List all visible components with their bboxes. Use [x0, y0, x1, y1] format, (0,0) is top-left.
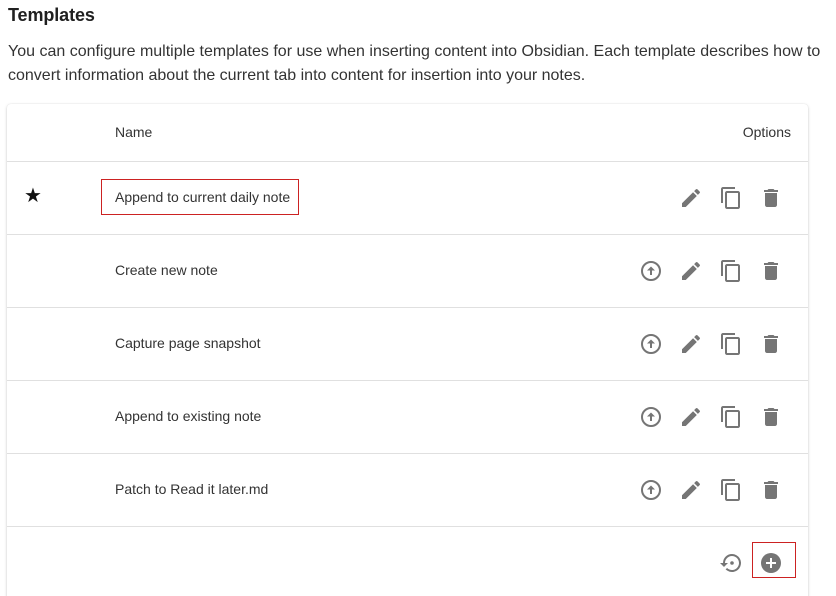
table-row: Capture page snapshot — [7, 308, 808, 381]
edit-icon[interactable] — [679, 405, 703, 429]
arrow-up-circle-icon[interactable] — [639, 259, 663, 283]
copy-icon[interactable] — [719, 332, 743, 356]
table-row: ★ Append to current daily note — [7, 162, 808, 235]
default-star-icon: ★ — [24, 185, 42, 207]
copy-icon[interactable] — [719, 259, 743, 283]
template-name[interactable]: Capture page snapshot — [101, 325, 270, 361]
template-name[interactable]: Append to current daily note — [101, 179, 300, 215]
table-footer — [7, 527, 808, 596]
column-header-options: Options — [742, 124, 791, 140]
template-name[interactable]: Patch to Read it later.md — [101, 471, 277, 507]
copy-icon[interactable] — [719, 186, 743, 210]
table-row: Append to existing note — [7, 381, 808, 454]
table-row: Create new note — [7, 235, 808, 308]
template-name[interactable]: Append to existing note — [101, 398, 270, 434]
trash-icon[interactable] — [759, 186, 783, 210]
templates-settings-page: Templates You can configure multiple tem… — [0, 0, 836, 596]
table-row: Patch to Read it later.md — [7, 454, 808, 527]
section-title: Templates — [8, 5, 95, 25]
arrow-up-circle-icon[interactable] — [639, 405, 663, 429]
edit-icon[interactable] — [679, 259, 703, 283]
add-circle-icon[interactable] — [759, 551, 783, 575]
column-header-name: Name — [115, 124, 153, 140]
edit-icon[interactable] — [679, 332, 703, 356]
trash-icon[interactable] — [759, 478, 783, 502]
templates-table: Name Options ★ Append to current daily n… — [7, 104, 808, 596]
table-header: Name Options — [7, 104, 808, 162]
copy-icon[interactable] — [719, 405, 743, 429]
restore-icon[interactable] — [719, 551, 743, 575]
section-description: You can configure multiple templates for… — [8, 43, 821, 84]
edit-icon[interactable] — [679, 478, 703, 502]
edit-icon[interactable] — [679, 186, 703, 210]
copy-icon[interactable] — [719, 478, 743, 502]
trash-icon[interactable] — [759, 332, 783, 356]
arrow-up-circle-icon[interactable] — [639, 332, 663, 356]
trash-icon[interactable] — [759, 259, 783, 283]
template-name[interactable]: Create new note — [101, 252, 227, 288]
arrow-up-circle-icon[interactable] — [639, 478, 663, 502]
trash-icon[interactable] — [759, 405, 783, 429]
